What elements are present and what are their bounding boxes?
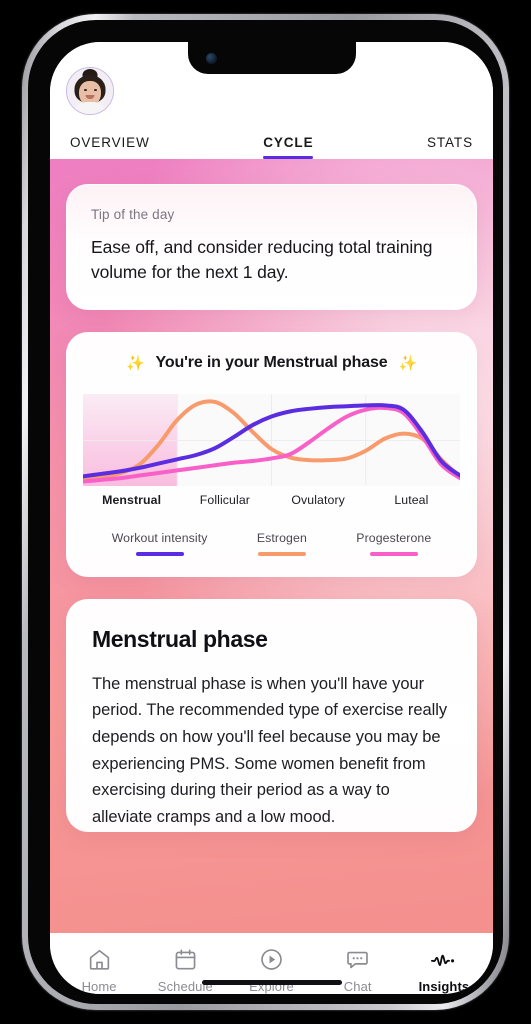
chat-bubble-icon — [345, 947, 370, 972]
tip-text: Ease off, and consider reducing total tr… — [91, 237, 433, 283]
tip-of-the-day-card: Tip of the day Ease off, and consider re… — [66, 184, 477, 311]
legend-item-progesterone: Progesterone — [356, 531, 431, 556]
phase-label-ovulatory: Ovulatory — [291, 493, 345, 508]
phase-label-follicular: Follicular — [199, 493, 250, 508]
phase-info-card: Menstrual phase The menstrual phase is w… — [66, 598, 477, 832]
cycle-chart-svg — [83, 394, 460, 487]
legend-swatch-progesterone — [369, 552, 418, 556]
sparkles-icon-left: ✨ — [125, 355, 145, 373]
home-indicator[interactable] — [201, 980, 342, 985]
nav-item-schedule[interactable]: Schedule — [142, 947, 228, 994]
nav-label-home: Home — [81, 979, 117, 994]
sparkles-icon-right: ✨ — [398, 355, 417, 373]
nav-item-chat[interactable]: Chat — [315, 947, 401, 994]
play-circle-icon — [259, 947, 284, 972]
phase-label-menstrual: Menstrual — [102, 493, 162, 508]
legend-label-workout-intensity: Workout intensity — [111, 531, 208, 546]
nav-label-chat: Chat — [343, 979, 372, 994]
avatar[interactable] — [66, 67, 114, 115]
phone-frame: OVERVIEW CYCLE STATS Tip of the day Ease… — [22, 14, 509, 1010]
legend-label-estrogen: Estrogen — [256, 531, 307, 546]
chart-phase-labels: Menstrual Follicular Ovulatory Luteal — [83, 493, 460, 507]
nav-item-home[interactable]: Home — [56, 947, 142, 994]
tip-label: Tip of the day — [91, 207, 175, 222]
chart-legend: Workout intensity Estrogen Progesterone — [83, 531, 460, 556]
phase-heading-text: You're in your Menstrual phase — [155, 354, 388, 372]
nav-item-explore[interactable]: Explore — [228, 947, 314, 994]
tab-cycle[interactable]: CYCLE — [263, 135, 314, 159]
front-camera-icon — [205, 53, 217, 64]
notch — [187, 42, 356, 74]
phone-bezel: OVERVIEW CYCLE STATS Tip of the day Ease… — [28, 20, 503, 1004]
phase-heading: ✨ You're in your Menstrual phase ✨ — [83, 354, 460, 372]
calendar-icon — [173, 947, 198, 972]
phone-screen: OVERVIEW CYCLE STATS Tip of the day Ease… — [50, 42, 493, 994]
cycle-chart-card: ✨ You're in your Menstrual phase ✨ Menst… — [66, 332, 477, 577]
legend-label-progesterone: Progesterone — [356, 531, 432, 546]
bottom-navigation: Home Schedule Explore Chat Insights — [50, 933, 493, 994]
tab-bar: OVERVIEW CYCLE STATS — [66, 135, 477, 159]
legend-item-workout-intensity: Workout intensity — [112, 531, 208, 556]
legend-swatch-estrogen — [257, 552, 306, 556]
home-icon — [87, 947, 112, 972]
pulse-icon — [430, 947, 457, 972]
tab-stats[interactable]: STATS — [427, 135, 473, 159]
phase-info-body: The menstrual phase is when you'll have … — [92, 674, 448, 827]
legend-swatch-workout-intensity — [135, 552, 184, 556]
cycle-chart — [83, 394, 460, 487]
app-root: OVERVIEW CYCLE STATS Tip of the day Ease… — [50, 42, 493, 994]
phase-info-title: Menstrual phase — [92, 625, 268, 652]
phase-label-luteal: Luteal — [394, 493, 429, 508]
content-scroll-area[interactable]: Tip of the day Ease off, and consider re… — [50, 159, 493, 933]
nav-label-insights: Insights — [418, 979, 470, 994]
legend-item-estrogen: Estrogen — [257, 531, 307, 556]
nav-item-insights[interactable]: Insights — [401, 947, 487, 994]
tab-overview[interactable]: OVERVIEW — [70, 135, 150, 159]
